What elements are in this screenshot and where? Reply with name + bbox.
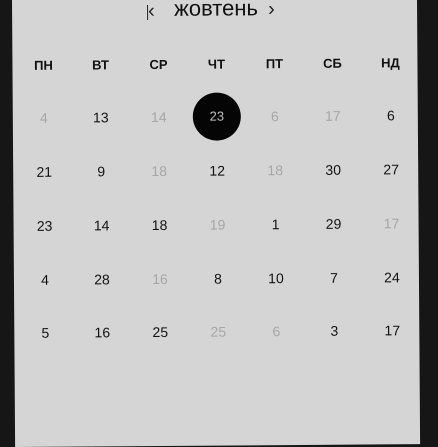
day-cell[interactable]: 23 xyxy=(192,92,241,141)
day-cell[interactable]: 18 xyxy=(255,160,295,180)
day-cell[interactable]: 12 xyxy=(197,160,237,180)
day-cell[interactable]: 10 xyxy=(256,268,296,288)
chevron-left-bar xyxy=(147,5,149,21)
day-cell[interactable]: 6 xyxy=(256,321,296,341)
weekday-sun: НД xyxy=(381,55,400,71)
chevron-left-icon[interactable]: ‹ xyxy=(147,0,155,23)
day-cell[interactable]: 28 xyxy=(82,269,122,289)
day-cell[interactable]: 8 xyxy=(198,268,238,288)
next-month-glyph: › xyxy=(267,0,275,21)
day-cell[interactable]: 7 xyxy=(314,268,354,288)
weekday-sat: СБ xyxy=(323,55,342,71)
weekday-fri: ПТ xyxy=(265,56,284,72)
weekday-header-row: ПН ВТ СР ЧТ ПТ СБ НД xyxy=(12,55,417,78)
day-cell[interactable]: 1 xyxy=(256,214,296,234)
day-cell[interactable]: 5 xyxy=(25,323,65,343)
calendar-panel: ‹ жовтень › ПН ВТ СР ЧТ ПТ СБ НД 4 13 14 23… xyxy=(12,0,421,447)
day-cell[interactable]: 23 xyxy=(25,216,65,236)
calendar-header: ‹ жовтень › xyxy=(12,0,417,30)
day-cell[interactable]: 6 xyxy=(255,106,295,126)
day-cell[interactable]: 18 xyxy=(140,215,180,235)
day-cell[interactable]: 16 xyxy=(140,269,180,289)
month-title: жовтень xyxy=(173,0,258,21)
day-cell[interactable]: 6 xyxy=(371,105,411,125)
day-cell[interactable]: 25 xyxy=(198,321,238,341)
weekday-mon: ПН xyxy=(34,57,53,73)
day-cell[interactable]: 18 xyxy=(139,161,179,181)
day-cell[interactable]: 29 xyxy=(314,214,354,234)
weekday-wed: СР xyxy=(149,56,168,73)
day-cell[interactable]: 14 xyxy=(139,107,179,127)
day-cell[interactable]: 17 xyxy=(313,106,353,126)
day-cell[interactable]: 27 xyxy=(371,159,411,179)
day-cell[interactable]: 19 xyxy=(198,214,238,234)
day-cell[interactable]: 4 xyxy=(25,270,65,290)
weekday-thu: ЧТ xyxy=(207,56,226,72)
day-cell[interactable]: 30 xyxy=(313,160,353,180)
weekday-tue: ВТ xyxy=(91,57,109,73)
day-cell[interactable]: 13 xyxy=(81,107,121,127)
day-cell[interactable]: 16 xyxy=(82,322,122,342)
day-cell[interactable]: 24 xyxy=(372,267,412,287)
chevron-right-icon[interactable]: › xyxy=(268,0,275,21)
day-cell[interactable]: 17 xyxy=(371,213,411,233)
day-cell[interactable]: 25 xyxy=(140,322,180,342)
day-cell[interactable]: 4 xyxy=(24,108,64,128)
prev-month-glyph: ‹ xyxy=(148,0,155,23)
day-cell[interactable]: 14 xyxy=(82,215,122,235)
day-cell[interactable]: 21 xyxy=(24,162,64,182)
day-cell[interactable]: 17 xyxy=(372,320,412,340)
day-cell[interactable]: 3 xyxy=(314,321,354,341)
day-cell[interactable]: 9 xyxy=(81,161,121,181)
